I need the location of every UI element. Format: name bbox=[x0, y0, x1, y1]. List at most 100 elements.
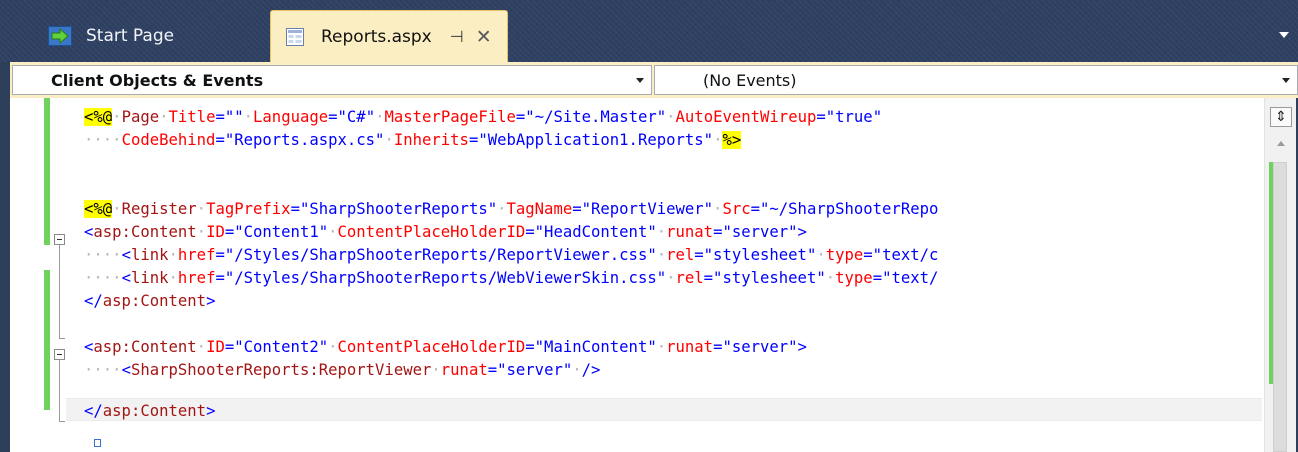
scroll-thumb[interactable] bbox=[1273, 162, 1287, 452]
code-token: AutoEventWireup bbox=[675, 108, 817, 126]
code-token: runat bbox=[440, 361, 488, 379]
code-token: Register bbox=[121, 200, 197, 218]
outline-guide bbox=[59, 360, 60, 422]
code-line-2: ····CodeBehind="Reports.aspx.cs"·Inherit… bbox=[84, 129, 742, 152]
code-token: · bbox=[112, 108, 122, 126]
code-token: < bbox=[84, 223, 94, 241]
code-token: ="server" bbox=[487, 361, 573, 379]
code-token: ="ReportViewer" bbox=[572, 200, 714, 218]
code-token: ID bbox=[206, 223, 225, 241]
code-line-7: ····<link·href="/Styles/SharpShooterRepo… bbox=[84, 267, 938, 290]
code-token: rel bbox=[666, 246, 695, 264]
code-token: · bbox=[572, 361, 582, 379]
code-token: · bbox=[825, 269, 836, 287]
code-token: Inherits bbox=[393, 131, 469, 149]
code-token: asp:Content bbox=[93, 338, 197, 356]
code-token: CodeBehind bbox=[121, 131, 216, 149]
code-token: ContentPlaceHolderID bbox=[337, 338, 526, 356]
code-token: SharpShooterReports:ReportViewer bbox=[130, 361, 432, 379]
code-token: ···· bbox=[84, 269, 122, 287]
code-token: · bbox=[168, 246, 178, 264]
code-line-9: <asp:Content·ID="Content2"·ContentPlaceH… bbox=[84, 336, 807, 359]
code-token: href bbox=[177, 269, 216, 287]
code-token: ="WebApplication1.Reports" bbox=[468, 131, 714, 149]
code-token: ="MainContent" bbox=[525, 338, 657, 356]
code-token: ···· bbox=[84, 131, 122, 149]
code-token: > bbox=[206, 292, 216, 310]
code-token: · bbox=[656, 223, 667, 241]
chevron-down-icon bbox=[1282, 78, 1290, 83]
code-editor[interactable]: <%@·Page·Title=""·Language="C#"·MasterPa… bbox=[10, 98, 1298, 452]
code-token: · bbox=[656, 338, 667, 356]
code-line-1: <%@·Page·Title=""·Language="C#"·MasterPa… bbox=[84, 106, 882, 129]
code-token: Language bbox=[253, 108, 329, 126]
code-token: < bbox=[121, 361, 131, 379]
code-token: ="server"> bbox=[713, 338, 807, 356]
tab-overflow-chevron-icon[interactable] bbox=[1276, 30, 1292, 40]
code-token: > bbox=[206, 402, 216, 420]
code-line-6: ····<link·href="/Styles/SharpShooterRepo… bbox=[84, 244, 938, 267]
vertical-scrollbar[interactable]: ⇕ bbox=[1264, 98, 1298, 452]
client-objects-dropdown-value: Client Objects & Events bbox=[51, 70, 264, 90]
code-token: runat bbox=[666, 223, 714, 241]
code-token: ="/Styles/SharpShooterReports/ReportView… bbox=[215, 246, 657, 264]
code-token: asp:Content bbox=[102, 292, 207, 310]
code-token: rel bbox=[675, 269, 704, 287]
code-token: /> bbox=[581, 361, 601, 379]
collapse-toggle-icon[interactable] bbox=[54, 349, 65, 360]
pin-icon[interactable]: ⊣ bbox=[446, 27, 468, 46]
code-token: ="~/SharpShooterRepo bbox=[750, 200, 939, 218]
code-text-area[interactable]: <%@·Page·Title=""·Language="C#"·MasterPa… bbox=[10, 98, 1264, 452]
code-token: TagName bbox=[506, 200, 573, 218]
code-token: type bbox=[835, 269, 873, 287]
code-token: href bbox=[177, 246, 216, 264]
code-token: · bbox=[666, 269, 676, 287]
code-token: ···· bbox=[84, 246, 122, 264]
outline-guide-end bbox=[59, 421, 65, 422]
code-token: ContentPlaceHolderID bbox=[337, 223, 526, 241]
close-icon[interactable]: ✕ bbox=[474, 26, 494, 48]
code-token: %> bbox=[722, 131, 742, 149]
code-token: ="HeadContent" bbox=[525, 223, 657, 241]
code-token: Title bbox=[168, 108, 216, 126]
code-token: · bbox=[328, 223, 338, 241]
code-token: · bbox=[168, 269, 178, 287]
code-token: ="SharpShooterReports" bbox=[290, 200, 498, 218]
code-token: · bbox=[666, 108, 676, 126]
scroll-track[interactable] bbox=[1268, 162, 1294, 452]
current-line-highlight bbox=[66, 398, 1262, 421]
collapse-toggle-icon[interactable] bbox=[54, 234, 65, 245]
tab-start-page[interactable]: Start Page bbox=[34, 10, 266, 62]
code-token: · bbox=[196, 200, 207, 218]
code-token: · bbox=[497, 200, 507, 218]
events-dropdown-value: (No Events) bbox=[703, 70, 797, 90]
code-token: asp:Content bbox=[93, 223, 197, 241]
code-token: < bbox=[121, 269, 131, 287]
code-token: Src bbox=[722, 200, 751, 218]
code-line-5: <asp:Content·ID="Content1"·ContentPlaceH… bbox=[84, 221, 807, 244]
code-token: ···· bbox=[84, 361, 122, 379]
code-token: </ bbox=[84, 402, 103, 420]
code-token: MasterPageFile bbox=[384, 108, 516, 126]
client-objects-dropdown[interactable]: Client Objects & Events bbox=[12, 65, 652, 95]
tab-reports-aspx-label: Reports.aspx bbox=[321, 26, 432, 47]
code-token: ="Content2" bbox=[224, 338, 329, 356]
document-tab-strip: Start Page Reports.aspx ⊣ ✕ bbox=[0, 0, 1298, 62]
code-token: · bbox=[243, 108, 254, 126]
code-token: · bbox=[112, 200, 122, 218]
code-token: <%@ bbox=[84, 108, 113, 126]
code-token: · bbox=[431, 361, 441, 379]
events-dropdown[interactable]: (No Events) bbox=[654, 65, 1298, 95]
code-token: ="C#" bbox=[328, 108, 376, 126]
splitter-icon[interactable]: ⇕ bbox=[1270, 107, 1292, 127]
code-token: ID bbox=[206, 338, 225, 356]
outline-guide bbox=[59, 245, 60, 339]
code-token: ="/Styles/SharpShooterReports/WebViewerS… bbox=[215, 269, 667, 287]
code-token: runat bbox=[666, 338, 714, 356]
scroll-up-arrow-icon[interactable] bbox=[1277, 141, 1285, 146]
tab-reports-aspx[interactable]: Reports.aspx ⊣ ✕ bbox=[270, 10, 508, 62]
code-token: </ bbox=[84, 292, 103, 310]
code-token: ="~/Site.Master" bbox=[515, 108, 667, 126]
code-token: < bbox=[121, 246, 131, 264]
aspx-document-icon bbox=[286, 27, 304, 46]
